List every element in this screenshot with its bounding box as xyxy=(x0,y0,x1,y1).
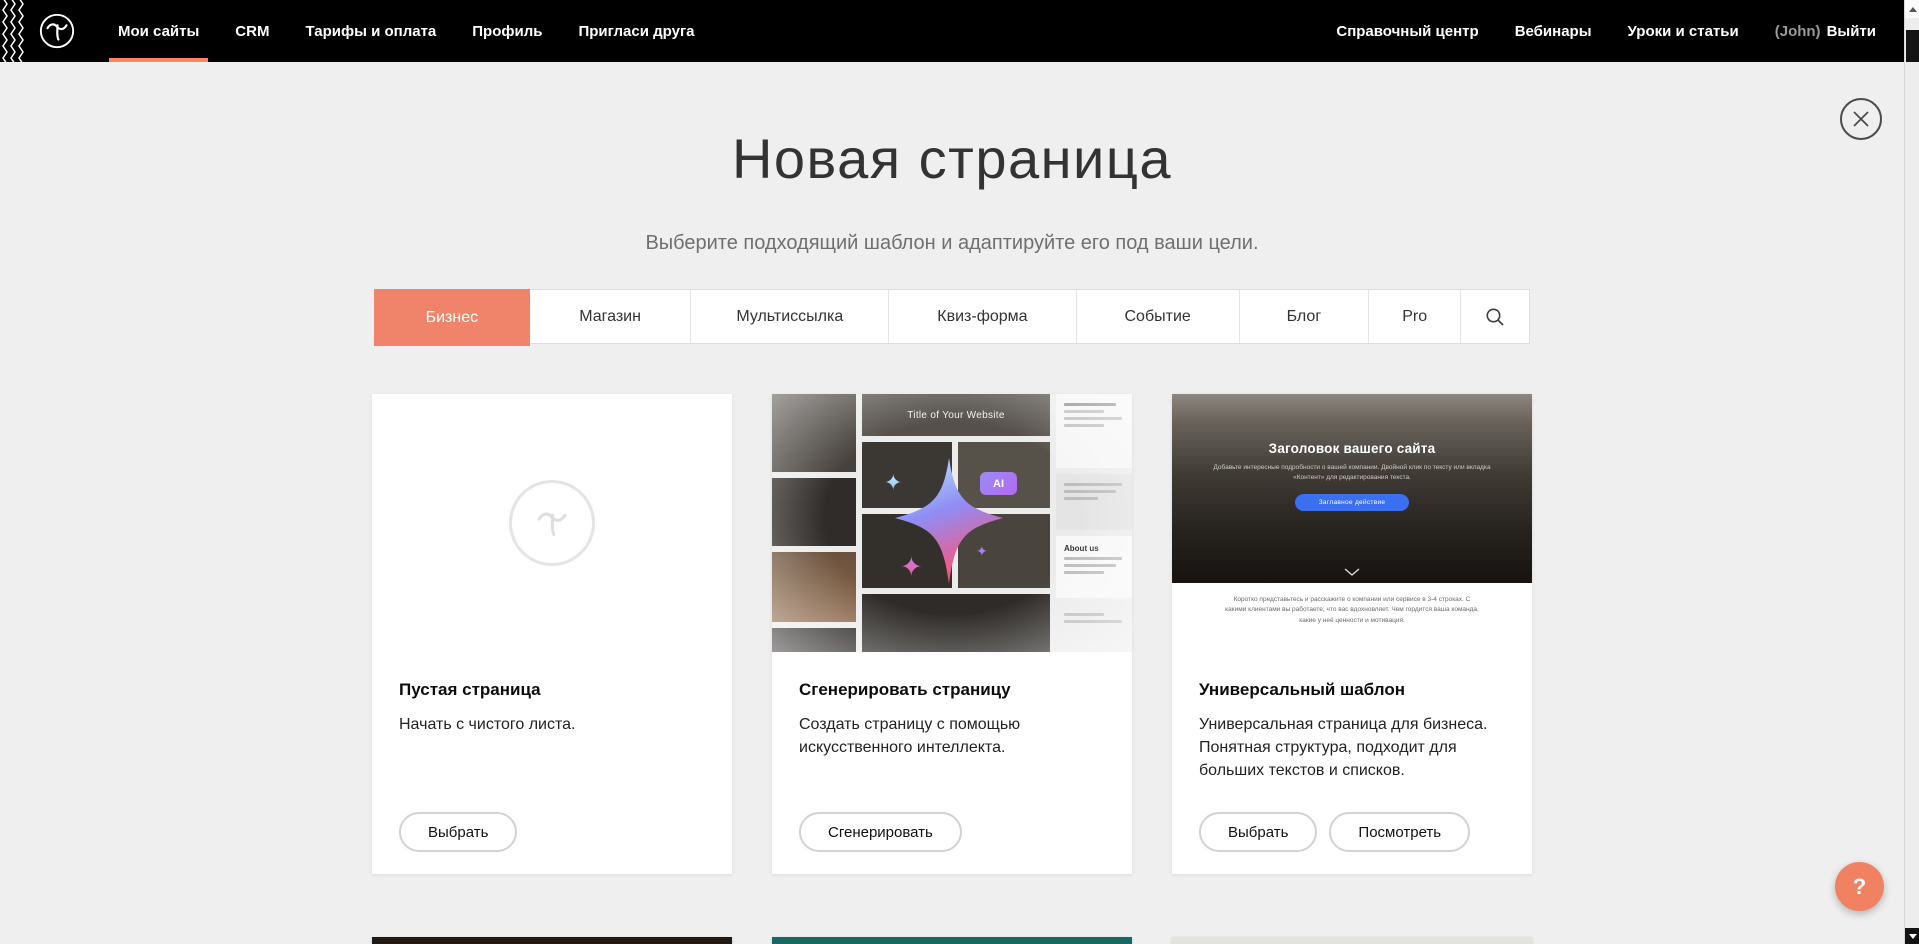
card-actions: Сгенерировать xyxy=(799,812,1105,852)
user-name-label: (John) xyxy=(1775,23,1821,40)
template-card-ai: Title of Your Website About us xyxy=(772,394,1132,874)
tilda-logo[interactable] xyxy=(38,12,76,50)
nav-item-crm[interactable]: CRM xyxy=(235,0,269,62)
card-description: Начать с чистого листа. xyxy=(399,713,705,736)
template-hero-section: Заголовок вашего сайта Добавьте интересн… xyxy=(1172,394,1532,583)
choose-button[interactable]: Выбрать xyxy=(399,812,517,852)
card-body: Пустая страница Начать с чистого листа. … xyxy=(372,652,732,874)
scroll-down-button[interactable] xyxy=(1905,928,1919,944)
template-paragraph: Коротко представьтесь и расскажите о ком… xyxy=(1222,595,1481,652)
small-sparkle-icon: ✦ xyxy=(976,544,988,558)
ai-badge: AI xyxy=(980,472,1017,495)
card-body: Универсальный шаблон Универсальная стран… xyxy=(1172,652,1532,874)
preview-button[interactable]: Посмотреть xyxy=(1329,812,1470,852)
template-cards-grid: Пустая страница Начать с чистого листа. … xyxy=(372,394,1532,874)
secondary-menu: Справочный центр Вебинары Уроки и статьи… xyxy=(1300,0,1904,62)
ai-card-preview: Title of Your Website About us xyxy=(772,394,1132,652)
nav-item-pricing[interactable]: Тарифы и оплата xyxy=(305,0,436,62)
tab-search[interactable] xyxy=(1461,290,1529,343)
chevron-down-icon xyxy=(1344,568,1360,576)
scrollbar-thumb[interactable] xyxy=(1906,30,1919,62)
template-text-section: Коротко представьтесь и расскажите о ком… xyxy=(1172,583,1532,652)
small-sparkle-icon: ✦ xyxy=(884,472,902,494)
search-icon xyxy=(1485,307,1505,327)
nav-item-webinars[interactable]: Вебинары xyxy=(1515,0,1592,62)
main-menu: Мои сайты CRM Тарифы и оплата Профиль Пр… xyxy=(118,0,731,62)
website-collage: Title of Your Website About us xyxy=(772,394,1132,652)
card-title: Пустая страница xyxy=(399,680,705,700)
tab-multilink[interactable]: Мультиссылка xyxy=(691,290,889,343)
template-hero-title: Заголовок вашего сайта xyxy=(1269,441,1436,456)
tab-store[interactable]: Магазин xyxy=(530,290,692,343)
card-actions: Выбрать xyxy=(399,812,705,852)
scroll-up-button[interactable] xyxy=(1905,0,1919,18)
help-button[interactable]: ? xyxy=(1835,862,1884,911)
tab-blog[interactable]: Блог xyxy=(1240,290,1370,343)
choose-button[interactable]: Выбрать xyxy=(1199,812,1317,852)
nav-item-my-sites[interactable]: Мои сайты xyxy=(118,0,199,62)
page-subtitle: Выберите подходящий шаблон и адаптируйте… xyxy=(0,232,1904,255)
template-card-peek[interactable] xyxy=(1172,937,1532,944)
card-title: Универсальный шаблон xyxy=(1199,680,1505,700)
tab-quiz-form[interactable]: Квиз-форма xyxy=(889,290,1077,343)
tab-pro[interactable]: Pro xyxy=(1369,290,1461,343)
scroll-down-icon xyxy=(1909,934,1917,939)
tab-business[interactable]: Бизнес xyxy=(374,289,530,346)
generate-button[interactable]: Сгенерировать xyxy=(799,812,962,852)
universal-card-preview: Заголовок вашего сайта Добавьте интересн… xyxy=(1172,394,1532,652)
logout-link[interactable]: Выйти xyxy=(1827,23,1876,40)
card-description: Создать страницу с помощью искусственног… xyxy=(799,713,1105,759)
blank-card-preview xyxy=(372,394,732,652)
nav-item-profile[interactable]: Профиль xyxy=(472,0,542,62)
tilda-watermark-icon xyxy=(509,480,595,566)
top-navbar: Мои сайты CRM Тарифы и оплата Профиль Пр… xyxy=(0,0,1904,62)
template-hero-subtitle: Добавьте интересные подробности о вашей … xyxy=(1208,463,1496,483)
small-sparkle-icon: ✦ xyxy=(900,554,923,581)
nav-item-help-center[interactable]: Справочный центр xyxy=(1336,0,1478,62)
card-description: Универсальная страница для бизнеса. Поня… xyxy=(1199,713,1505,783)
app-window: Мои сайты CRM Тарифы и оплата Профиль Пр… xyxy=(0,0,1919,944)
template-cards-row2 xyxy=(372,937,1532,944)
card-body: Сгенерировать страницу Создать страницу … xyxy=(772,652,1132,874)
scroll-up-icon xyxy=(1909,7,1917,12)
card-actions: Выбрать Посмотреть xyxy=(1199,812,1505,852)
template-card-peek[interactable] xyxy=(772,937,1132,944)
template-card-blank: Пустая страница Начать с чистого листа. … xyxy=(372,394,732,874)
page-title: Новая страница xyxy=(0,126,1904,191)
nav-item-lessons[interactable]: Уроки и статьи xyxy=(1628,0,1739,62)
nav-item-invite-friend[interactable]: Пригласи друга xyxy=(578,0,694,62)
template-category-tabs: Бизнес Магазин Мультиссылка Квиз-форма С… xyxy=(374,289,1530,344)
window-scrollbar[interactable] xyxy=(1904,0,1919,944)
template-card-universal: Заголовок вашего сайта Добавьте интересн… xyxy=(1172,394,1532,874)
zigzag-decoration xyxy=(0,0,26,62)
template-card-peek[interactable] xyxy=(372,937,732,944)
template-cta-button: Заглавное действие xyxy=(1295,494,1409,511)
tab-event[interactable]: Событие xyxy=(1077,290,1240,343)
card-title: Сгенерировать страницу xyxy=(799,680,1105,700)
